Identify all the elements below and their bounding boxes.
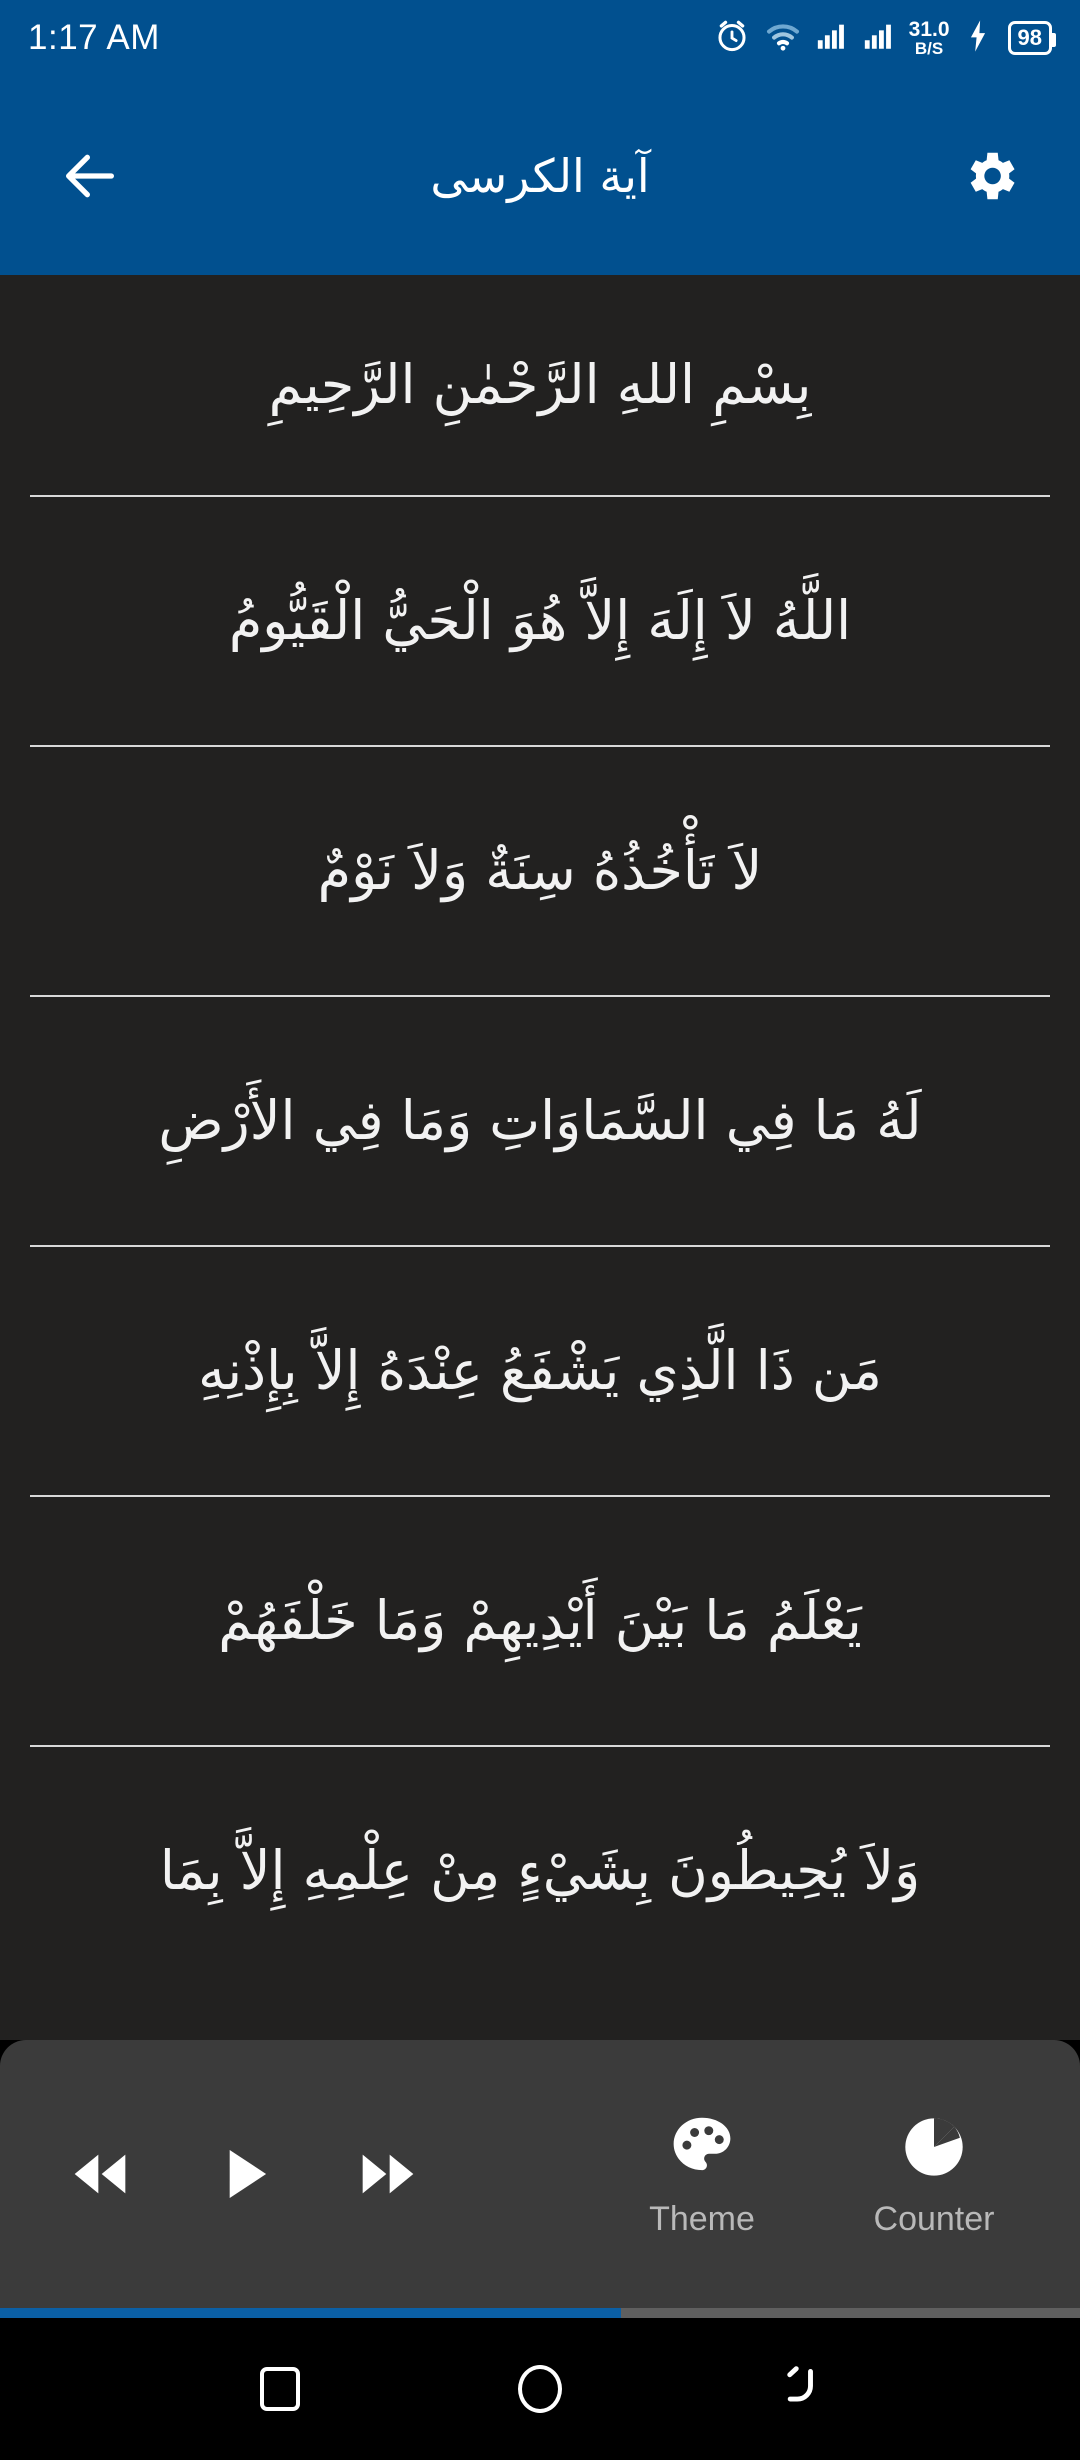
recents-button[interactable] bbox=[235, 2344, 325, 2434]
circle-home-icon bbox=[518, 2365, 562, 2413]
verse-divider bbox=[30, 1495, 1050, 1497]
play-button[interactable] bbox=[196, 2126, 292, 2222]
charging-bolt-icon bbox=[963, 19, 993, 58]
status-bar-icons: 31.0 B/S 98 bbox=[713, 17, 1057, 60]
back-nav-button[interactable] bbox=[755, 2344, 845, 2434]
playback-progress-fill bbox=[0, 2308, 621, 2318]
verse-divider bbox=[30, 745, 1050, 747]
player-tools: Theme Counter bbox=[612, 2110, 1080, 2239]
square-recents-icon bbox=[260, 2367, 300, 2411]
status-bar: 1:17 AM 31.0 B/S 98 bbox=[0, 0, 1080, 76]
back-arrow-icon bbox=[787, 2366, 813, 2402]
settings-button[interactable] bbox=[946, 132, 1034, 220]
battery-icon: 98 bbox=[1007, 21, 1057, 55]
phone-screen: 1:17 AM 31.0 B/S 98 آية الكرسى بِسْمِ ال… bbox=[0, 0, 1080, 2460]
counter-button[interactable]: Counter bbox=[844, 2110, 1024, 2239]
verse-item[interactable]: لاَ تَأْخُذُهُ سِنَةٌ وَلاَ نَوْمٌ bbox=[0, 747, 1080, 995]
rewind-button[interactable] bbox=[52, 2126, 148, 2222]
network-speed-value: 31.0 bbox=[908, 18, 950, 41]
counter-label: Counter bbox=[873, 2199, 995, 2238]
arrow-left-icon bbox=[66, 154, 114, 197]
fast-forward-button[interactable] bbox=[340, 2126, 436, 2222]
palette-icon bbox=[673, 2117, 731, 2170]
alarm-icon bbox=[713, 17, 751, 60]
theme-label: Theme bbox=[649, 2199, 755, 2238]
play-icon bbox=[229, 2149, 267, 2199]
status-bar-clock: 1:17 AM bbox=[28, 18, 160, 57]
gear-icon bbox=[970, 152, 1015, 199]
verse-item[interactable]: وَلاَ يُحِيطُونَ بِشَيْءٍ مِنْ عِلْمِهِ … bbox=[0, 1747, 1080, 1995]
player-bar: Theme Counter bbox=[0, 2040, 1080, 2308]
wifi-icon bbox=[764, 17, 802, 60]
page-title: آية الكرسى bbox=[430, 148, 650, 203]
counter-pie-icon bbox=[905, 2117, 963, 2176]
playback-progress-bar[interactable] bbox=[0, 2308, 1080, 2318]
transport-controls bbox=[0, 2126, 436, 2222]
verse-item[interactable]: يَعْلَمُ مَا بَيْنَ أَيْدِيهِمْ وَمَا خَ… bbox=[0, 1497, 1080, 1745]
rewind-icon bbox=[74, 2154, 126, 2194]
verse-item[interactable]: اللَّهُ لاَ إِلَهَ إِلاَّ هُوَ الْحَيُّ … bbox=[0, 497, 1080, 745]
verse-divider bbox=[30, 1745, 1050, 1747]
signal-sim2-icon bbox=[862, 19, 896, 58]
back-button[interactable] bbox=[46, 132, 134, 220]
theme-button[interactable]: Theme bbox=[612, 2110, 792, 2239]
verse-divider bbox=[30, 1245, 1050, 1247]
verse-list[interactable]: بِسْمِ اللهِ الرَّحْمٰنِ الرَّحِيمِ اللَ… bbox=[0, 275, 1080, 2040]
network-speed-indicator: 31.0 B/S bbox=[909, 19, 950, 57]
app-bar: آية الكرسى bbox=[0, 76, 1080, 275]
verse-divider bbox=[30, 995, 1050, 997]
fast-forward-icon bbox=[362, 2154, 414, 2194]
battery-level: 98 bbox=[1017, 25, 1042, 50]
network-speed-unit: B/S bbox=[914, 39, 944, 58]
verse-item[interactable]: مَن ذَا الَّذِي يَشْفَعُ عِنْدَهُ إِلاَّ… bbox=[0, 1247, 1080, 1495]
home-button[interactable] bbox=[495, 2344, 585, 2434]
verse-item[interactable]: لَهُ مَا فِي السَّمَاوَاتِ وَمَا فِي الأ… bbox=[0, 997, 1080, 1245]
signal-sim1-icon bbox=[815, 19, 849, 58]
verse-item[interactable]: بِسْمِ اللهِ الرَّحْمٰنِ الرَّحِيمِ bbox=[0, 275, 1080, 495]
android-navigation-bar bbox=[0, 2318, 1080, 2460]
verse-divider bbox=[30, 495, 1050, 497]
